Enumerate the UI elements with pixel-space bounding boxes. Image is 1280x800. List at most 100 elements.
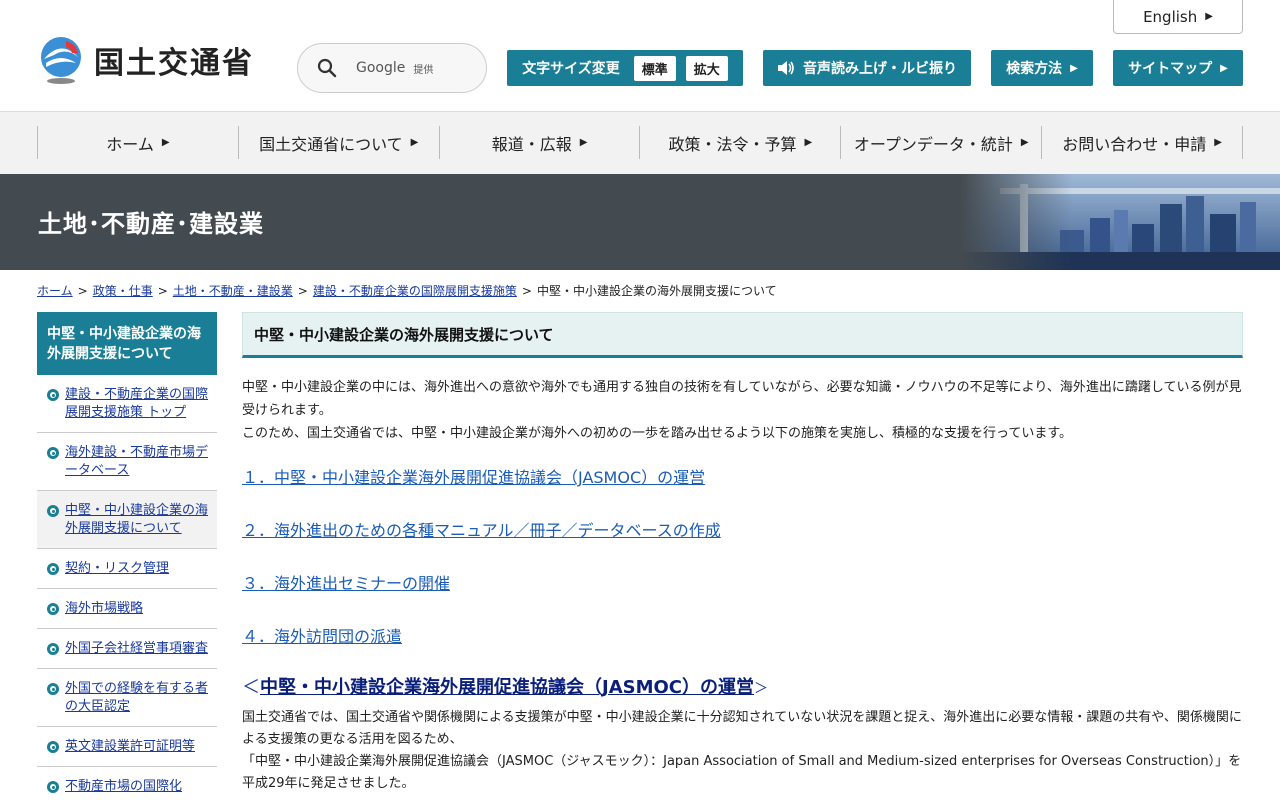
section-heading: ＜中堅・中小建設企業海外展開促進協議会（JASMOC）の運営＞ [242, 674, 1243, 703]
english-button[interactable]: English ▶ [1113, 0, 1243, 34]
page-title: 中堅・中小建設企業の海外展開支援について [242, 312, 1243, 358]
gnav-item-policy[interactable]: 政策・法令・予算 ▶ [640, 126, 842, 159]
section-body-text-1: 国土交通省では、国土交通省や関係機関による支援策が中堅・中小建設企業に十分認知さ… [242, 710, 1242, 747]
circle-bullet-icon [47, 603, 59, 615]
section-body-text-2: 「中堅・中小建設企業海外展開促進協議会（JASMOC（ジャスモック）：Japan… [242, 754, 1242, 791]
main-content: 中堅・中小建設企業の海外展開支援について 中堅・中小建設企業の中には、海外進出へ… [242, 312, 1243, 795]
breadcrumb-link-international[interactable]: 建設・不動産企業の国際展開支援施策 [313, 284, 517, 298]
mlit-logo-icon [41, 37, 81, 84]
gnav-item-label: 報道・広報 [491, 134, 572, 154]
triangle-right-icon: ▶ [1220, 62, 1228, 74]
side-nav-item[interactable]: 英文建設業許可証明等 [37, 727, 217, 767]
logo-text: 国土交通省 [94, 46, 254, 81]
google-label: Google [356, 60, 406, 76]
breadcrumb-link-home[interactable]: ホーム [37, 284, 73, 298]
side-nav-item[interactable]: 外国での経験を有する者の大臣認定 [37, 669, 217, 727]
site-header: 国土交通省 English ▶ Google 提供 文字サイズ変更 標準 拡大 … [0, 0, 1280, 112]
voice-reading-button[interactable]: 音声読み上げ・ルビ振り [763, 50, 971, 86]
gnav-item-label: オープンデータ・統計 [853, 134, 1013, 154]
circle-bullet-icon [47, 447, 59, 459]
font-size-large-button[interactable]: 拡大 [685, 55, 728, 81]
site-search[interactable]: Google 提供 [297, 43, 487, 93]
gnav-item-label: お問い合わせ・申請 [1062, 134, 1207, 154]
gnav-item-label: 国土交通省について [259, 134, 403, 154]
side-nav-item-current[interactable]: 中堅・中小建設企業の海外展開支援について [37, 491, 217, 549]
triangle-right-icon: ▶ [1070, 62, 1078, 74]
section-heading-open: ＜ [242, 677, 260, 698]
provided-label: 提供 [413, 64, 434, 76]
gnav-item-opendata[interactable]: オープンデータ・統計 ▶ [841, 126, 1043, 159]
triangle-right-icon: ▶ [161, 137, 170, 148]
mlit-logo[interactable]: 国土交通省 [36, 32, 266, 88]
breadcrumb: ホーム > 政策・仕事 > 土地・不動産・建設業 > 建設・不動産企業の国際展開支援施策 > 中… [37, 282, 1243, 299]
intro-text-2: このため、国土交通省では、中堅・中小建設企業が海外への初めの一歩を踏み出せるよう… [242, 426, 1073, 441]
gnav-item-contact[interactable]: お問い合わせ・申請 ▶ [1042, 126, 1243, 159]
toc-link-missions[interactable]: ４．海外訪問団の派遣 [242, 622, 1243, 652]
breadcrumb-current: 中堅・中小建設企業の海外展開支援について [536, 284, 777, 298]
circle-bullet-icon [47, 741, 59, 753]
side-nav-link[interactable]: 不動産市場の国際化 [65, 778, 182, 796]
triangle-right-icon: ▶ [579, 137, 588, 148]
gnav-item-about[interactable]: 国土交通省について ▶ [239, 126, 440, 159]
section-heading-text: 中堅・中小建設企業海外展開促進協議会（JASMOC）の運営 [260, 677, 755, 698]
side-nav-link[interactable]: 英文建設業許可証明等 [65, 738, 195, 756]
toc-link-manuals[interactable]: ２．海外進出のための各種マニュアル／冊子／データベースの作成 [242, 516, 1243, 546]
sitemap-label: サイトマップ [1128, 61, 1213, 77]
triangle-right-icon: ▶ [410, 137, 419, 148]
side-nav-item[interactable]: 海外建設・不動産市場データベース [37, 433, 217, 491]
font-size-standard-button[interactable]: 標準 [633, 55, 676, 81]
side-nav-link[interactable]: 外国子会社経営事項審査 [65, 640, 208, 658]
section-heading-close: ＞ [754, 681, 769, 697]
gnav-item-label: ホーム [106, 134, 154, 154]
triangle-right-icon: ▶ [1214, 137, 1222, 148]
side-nav-link[interactable]: 外国での経験を有する者の大臣認定 [65, 680, 209, 716]
toc-link-jasmoc[interactable]: １．中堅・中小建設企業海外展開促進協議会（JASMOC）の運営 [242, 463, 1243, 493]
side-nav-link[interactable]: 海外建設・不動産市場データベース [65, 444, 209, 480]
speaker-icon [778, 61, 794, 75]
section-body: 国土交通省では、国土交通省や関係機関による支援策が中堅・中小建設企業に十分認知さ… [242, 707, 1243, 795]
breadcrumb-link-land[interactable]: 土地・不動産・建設業 [173, 284, 293, 298]
side-nav-link[interactable]: 契約・リスク管理 [65, 560, 169, 578]
side-nav-link[interactable]: 中堅・中小建設企業の海外展開支援について [65, 502, 209, 538]
gnav-item-home[interactable]: ホーム ▶ [38, 126, 239, 159]
intro-paragraph: 中堅・中小建設企業の中には、海外進出への意欲や海外でも通用する独自の技術を有して… [242, 376, 1243, 445]
gnav-item-press[interactable]: 報道・広報 ▶ [440, 126, 641, 159]
city-skyline-image [960, 174, 1280, 270]
intro-text-1: 中堅・中小建設企業の中には、海外進出への意欲や海外でも通用する独自の技術を有して… [242, 380, 1242, 418]
circle-bullet-icon [47, 389, 59, 401]
font-size-control: 文字サイズ変更 標準 拡大 [507, 50, 743, 86]
side-nav-item[interactable]: 海外市場戦略 [37, 589, 217, 629]
triangle-right-icon: ▶ [804, 137, 813, 148]
side-nav-link[interactable]: 海外市場戦略 [65, 600, 143, 618]
toc-link-seminars[interactable]: ３．海外進出セミナーの開催 [242, 569, 1243, 599]
side-nav-link[interactable]: 建設・不動産企業の国際展開支援施策 トップ [65, 386, 209, 422]
side-nav-item[interactable]: 契約・リスク管理 [37, 549, 217, 589]
circle-bullet-icon [47, 781, 59, 793]
breadcrumb-separator: > [77, 284, 88, 298]
side-nav: 中堅・中小建設企業の海外展開支援について 建設・不動産企業の国際展開支援施策 ト… [37, 312, 217, 800]
font-size-label: 文字サイズ変更 [522, 61, 620, 77]
circle-bullet-icon [47, 563, 59, 575]
side-nav-item[interactable]: 不動産市場の国際化 [37, 767, 217, 800]
side-nav-heading: 中堅・中小建設企業の海外展開支援について [37, 312, 217, 375]
circle-bullet-icon [47, 683, 59, 695]
category-banner: 土地･不動産･建設業 [0, 174, 1280, 270]
search-method-label: 検索方法 [1006, 61, 1063, 77]
breadcrumb-separator: > [297, 284, 308, 298]
english-label: English [1143, 7, 1198, 26]
search-method-button[interactable]: 検索方法 ▶ [991, 50, 1093, 86]
circle-bullet-icon [47, 505, 59, 517]
voice-reading-label: 音声読み上げ・ルビ振り [803, 61, 957, 77]
breadcrumb-separator: > [157, 284, 168, 298]
gnav-item-label: 政策・法令・予算 [668, 134, 797, 154]
banner-title: 土地･不動産･建設業 [38, 210, 264, 238]
triangle-right-icon: ▶ [1205, 11, 1213, 22]
side-nav-item[interactable]: 外国子会社経営事項審査 [37, 629, 217, 669]
global-nav: ホーム ▶ 国土交通省について ▶ 報道・広報 ▶ 政策・法令・予算 ▶ オープンデータ… [0, 112, 1280, 174]
side-nav-item[interactable]: 建設・不動産企業の国際展開支援施策 トップ [37, 375, 217, 433]
circle-bullet-icon [47, 643, 59, 655]
search-icon[interactable] [298, 43, 356, 93]
breadcrumb-link-policy[interactable]: 政策・仕事 [93, 284, 153, 298]
sitemap-button[interactable]: サイトマップ ▶ [1113, 50, 1243, 86]
breadcrumb-separator: > [521, 284, 532, 298]
